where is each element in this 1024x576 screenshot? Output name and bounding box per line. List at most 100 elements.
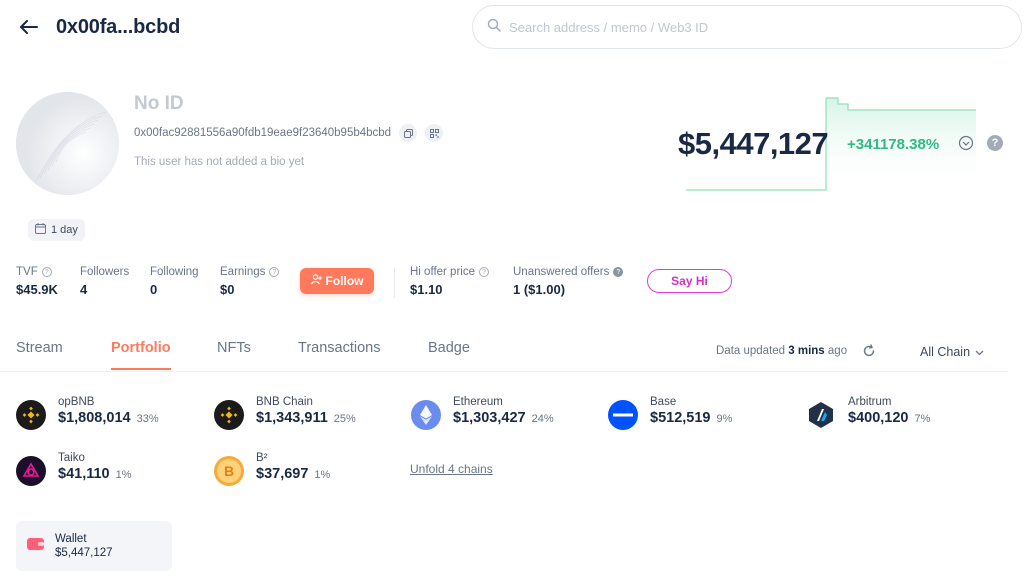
chain-item-taiko[interactable]: Taiko $41,110 1% <box>16 452 132 486</box>
tvf-value: $45.9K <box>16 282 58 297</box>
tvf-label: TVF <box>16 266 38 278</box>
chain-filter-dropdown[interactable]: All Chain <box>920 345 984 359</box>
chain-amount: $512,519 <box>650 410 711 426</box>
chain-percent: 9% <box>716 413 733 425</box>
chain-filter-label: All Chain <box>920 345 971 359</box>
info-icon[interactable]: ? <box>269 267 280 277</box>
page-title: 0x00fa...bcbd <box>56 16 181 38</box>
chain-item-bnb-chain[interactable]: BNB Chain $1,343,911 25% <box>214 396 356 430</box>
tab-portfolio[interactable]: Portfolio <box>111 340 171 370</box>
copy-icon[interactable] <box>399 124 418 142</box>
balance-change: +341178.38% <box>847 136 940 153</box>
avatar <box>16 92 119 195</box>
wallet-value: $5,447,127 <box>55 547 113 559</box>
calendar-icon <box>35 223 46 237</box>
chain-percent: 1% <box>115 469 132 481</box>
tab-nfts[interactable]: NFTs <box>217 340 251 368</box>
follow-label: Follow <box>325 274 364 288</box>
unanswered-value: 1 ($1.00) <box>513 282 566 297</box>
wallet-icon <box>27 537 45 556</box>
tab-stream[interactable]: Stream <box>16 340 63 368</box>
stat-earnings: Earnings? $0 <box>220 266 280 297</box>
taiko-icon <box>16 456 46 486</box>
chain-item-opbnb[interactable]: opBNB $1,808,014 33% <box>16 396 159 430</box>
wallet-card[interactable]: Wallet $5,447,127 <box>16 521 172 571</box>
chain-percent: 33% <box>136 413 159 425</box>
chain-item-base[interactable]: Base $512,519 9% <box>608 396 732 430</box>
account-age-badge: 1 day <box>28 219 85 241</box>
chain-amount: $1,343,911 <box>256 410 328 426</box>
stat-tvf: TVF? $45.9K <box>16 266 58 297</box>
data-updated-prefix: Data updated <box>716 345 786 357</box>
svg-text:B: B <box>224 463 234 479</box>
data-updated-time: 3 mins <box>788 345 825 357</box>
tab-bar: Stream Portfolio NFTs Transactions Badge <box>0 330 1008 372</box>
search-icon <box>487 18 501 37</box>
tab-badge[interactable]: Badge <box>428 340 470 368</box>
followers-label: Followers <box>80 266 130 278</box>
chain-percent: 1% <box>314 469 331 481</box>
following-label: Following <box>150 266 199 278</box>
chain-item-ethereum[interactable]: Ethereum $1,303,427 24% <box>411 396 554 430</box>
chain-name: B² <box>256 452 268 464</box>
chain-item-arbitrum[interactable]: Arbitrum $400,120 7% <box>806 396 930 430</box>
chain-amount: $37,697 <box>256 466 309 482</box>
account-age: 1 day <box>51 224 78 236</box>
unanswered-label: Unanswered offers <box>513 266 610 278</box>
chain-amount: $1,808,014 <box>58 410 131 426</box>
qr-code-icon[interactable] <box>425 124 444 142</box>
following-value: 0 <box>150 282 158 297</box>
follow-button[interactable]: Follow <box>300 268 374 294</box>
chain-percent: 24% <box>531 413 554 425</box>
chain-name: Ethereum <box>453 396 503 408</box>
data-updated-suffix: ago <box>827 345 848 357</box>
search-input[interactable] <box>509 19 989 35</box>
stats-divider <box>394 268 395 298</box>
profile-bio: This user has not added a bio yet <box>134 156 305 168</box>
tab-transactions[interactable]: Transactions <box>298 340 380 368</box>
arbitrum-icon <box>806 400 836 430</box>
earnings-label: Earnings <box>220 266 266 278</box>
help-icon[interactable]: ? <box>987 135 1003 151</box>
chevron-down-circle-icon[interactable] <box>958 135 974 151</box>
earnings-value: $0 <box>220 282 235 297</box>
refresh-icon[interactable] <box>862 344 876 358</box>
stat-following[interactable]: Following 0 <box>150 266 199 297</box>
followers-value: 4 <box>80 282 88 297</box>
info-icon[interactable]: ? <box>41 267 52 277</box>
chain-name: BNB Chain <box>256 396 313 408</box>
hi-offer-value: $1.10 <box>410 282 443 297</box>
add-user-icon <box>310 274 322 288</box>
bnb-icon <box>214 400 244 430</box>
say-hi-button[interactable]: Say Hi <box>647 269 732 293</box>
profile-name: No ID <box>134 93 184 114</box>
data-updated-status: Data updated 3 mins ago <box>716 345 847 357</box>
base-icon <box>608 400 638 430</box>
chain-name: Base <box>650 396 677 408</box>
search-bar[interactable] <box>472 5 1022 49</box>
chevron-down-icon <box>975 345 984 359</box>
chain-percent: 7% <box>914 413 931 425</box>
ethereum-icon <box>411 400 441 430</box>
stat-followers[interactable]: Followers 4 <box>80 266 129 297</box>
back-arrow-icon[interactable] <box>20 14 44 40</box>
b2-icon: B <box>214 456 244 486</box>
stat-hi-offer: Hi offer price? $1.10 <box>410 266 489 297</box>
chain-name: Arbitrum <box>848 396 892 408</box>
hi-offer-label: Hi offer price <box>410 266 475 278</box>
bnb-icon <box>16 400 46 430</box>
stat-unanswered: Unanswered offers? 1 ($1.00) <box>513 266 624 297</box>
info-icon[interactable]: ? <box>613 267 624 277</box>
chain-amount: $1,303,427 <box>453 410 526 426</box>
wallet-address: 0x00fac92881556a90fdb19eae9f23640b95b4bc… <box>134 127 392 139</box>
chain-amount: $400,120 <box>848 410 909 426</box>
chain-percent: 25% <box>333 413 356 425</box>
address-row: 0x00fac92881556a90fdb19eae9f23640b95b4bc… <box>134 124 444 142</box>
chain-name: opBNB <box>58 396 95 408</box>
total-balance: $5,447,127 <box>678 126 829 161</box>
unfold-chains-link[interactable]: Unfold 4 chains <box>410 462 493 476</box>
chain-name: Taiko <box>58 452 85 464</box>
info-icon[interactable]: ? <box>478 267 489 277</box>
chain-item-b2[interactable]: B B² $37,697 1% <box>214 452 330 486</box>
chain-amount: $41,110 <box>58 466 110 482</box>
